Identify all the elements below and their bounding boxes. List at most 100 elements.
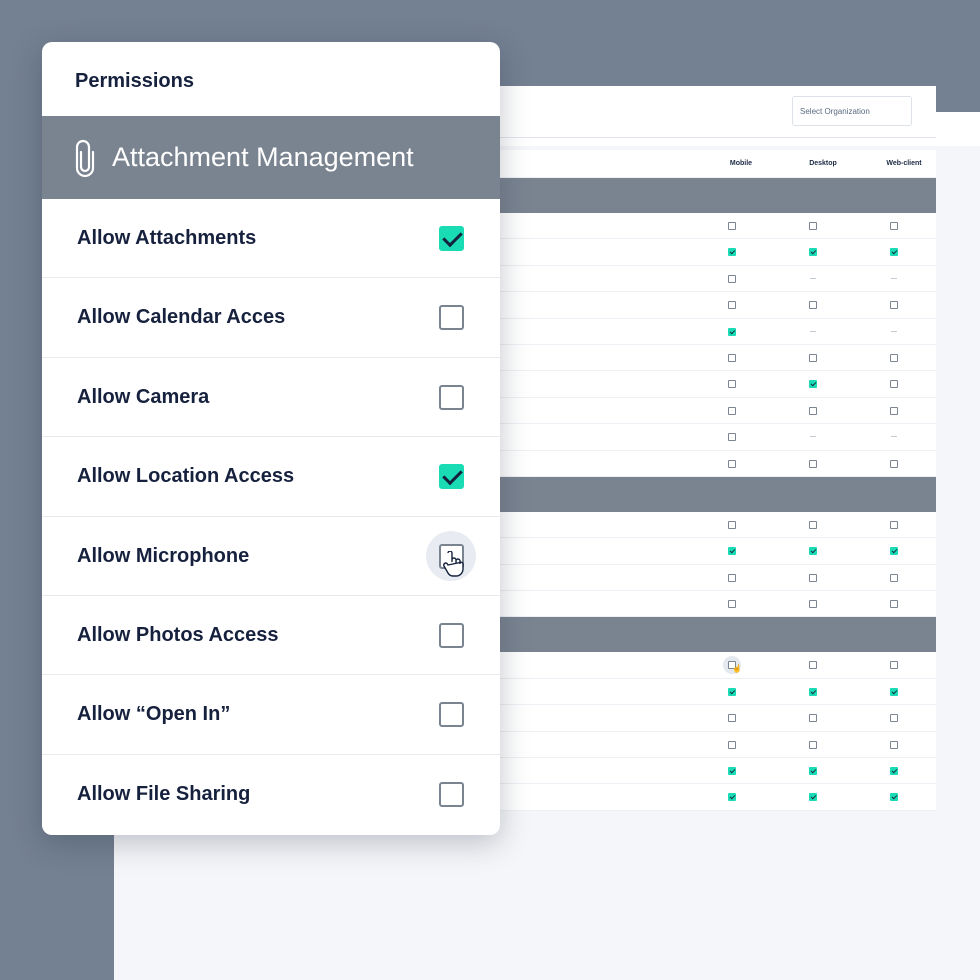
table-cell (803, 213, 823, 239)
table-checkbox[interactable] (890, 380, 898, 389)
table-checkbox[interactable] (890, 740, 898, 749)
table-checkbox[interactable] (728, 687, 736, 696)
table-checkbox[interactable] (890, 600, 898, 609)
table-cell (884, 512, 904, 538)
permission-label: Allow “Open In” (77, 703, 231, 726)
table-checkbox[interactable] (809, 248, 817, 257)
permission-checkbox[interactable] (439, 305, 464, 331)
table-checkbox[interactable] (809, 380, 817, 389)
permission-row[interactable]: Allow Microphone (42, 517, 500, 596)
table-checkbox[interactable] (728, 520, 736, 529)
permission-label: Allow Microphone (77, 544, 250, 567)
table-cell (884, 292, 904, 318)
permission-label: Allow Location Access (77, 465, 295, 488)
hand-pointer-icon: ☝ (732, 664, 742, 674)
table-checkbox[interactable] (809, 793, 817, 802)
table-cell (722, 319, 742, 345)
table-checkbox[interactable] (728, 353, 736, 362)
table-checkbox[interactable] (728, 301, 736, 310)
table-checkbox[interactable] (890, 353, 898, 362)
table-checkbox[interactable] (890, 520, 898, 529)
table-cell (722, 292, 742, 318)
table-checkbox[interactable] (890, 767, 898, 776)
table-checkbox[interactable] (890, 547, 898, 556)
permission-row[interactable]: Allow File Sharing (42, 755, 500, 834)
table-cell (722, 213, 742, 239)
permission-label: Allow Photos Access (77, 623, 279, 646)
table-checkbox[interactable] (890, 459, 898, 468)
permission-row[interactable]: Allow “Open In” (42, 675, 500, 755)
table-checkbox[interactable] (809, 573, 817, 582)
table-checkbox[interactable] (890, 714, 898, 723)
table-cell (884, 424, 904, 450)
permission-checkbox[interactable] (439, 226, 464, 251)
table-checkbox[interactable] (728, 433, 736, 442)
permission-checkbox[interactable] (439, 781, 464, 807)
not-applicable-dash (891, 330, 897, 332)
table-checkbox[interactable] (728, 380, 736, 389)
table-checkbox[interactable] (728, 740, 736, 749)
table-checkbox[interactable] (890, 687, 898, 696)
permission-label: Allow Calendar Acces (77, 306, 286, 329)
table-checkbox[interactable] (809, 600, 817, 609)
table-checkbox[interactable] (728, 767, 736, 776)
table-cell (803, 679, 823, 705)
table-checkbox[interactable] (809, 353, 817, 362)
table-checkbox[interactable] (809, 714, 817, 723)
table-checkbox[interactable] (728, 547, 736, 556)
table-cell (803, 424, 823, 450)
permission-row[interactable]: Allow Camera (42, 358, 500, 438)
table-checkbox[interactable] (728, 793, 736, 802)
table-cell (803, 652, 823, 678)
permission-checkbox[interactable] (439, 622, 464, 648)
table-cell (884, 758, 904, 784)
table-checkbox[interactable] (728, 714, 736, 723)
table-checkbox[interactable] (809, 459, 817, 468)
permission-row[interactable]: Allow Calendar Acces (42, 278, 500, 358)
column-header-mobile: Mobile (729, 160, 753, 167)
table-checkbox[interactable] (728, 406, 736, 415)
table-cell (803, 266, 823, 292)
table-cell (722, 398, 742, 424)
permission-row[interactable]: Allow Attachments (42, 199, 500, 279)
table-checkbox[interactable] (890, 793, 898, 802)
table-cell (803, 591, 823, 617)
organization-select[interactable]: Select Organization (792, 96, 912, 126)
table-checkbox[interactable] (728, 248, 736, 257)
table-checkbox[interactable] (728, 459, 736, 468)
table-checkbox[interactable] (890, 573, 898, 582)
table-checkbox[interactable] (809, 740, 817, 749)
table-checkbox[interactable] (890, 222, 898, 230)
table-checkbox[interactable] (728, 222, 736, 230)
permission-row[interactable]: Allow Location Access (42, 437, 500, 517)
permission-checkbox[interactable] (439, 384, 464, 410)
table-cell (884, 679, 904, 705)
permission-row[interactable]: Allow Photos Access (42, 596, 500, 676)
table-checkbox[interactable] (728, 327, 736, 336)
table-cell (884, 319, 904, 345)
attachment-management-banner: Attachment Management (42, 116, 500, 199)
table-checkbox[interactable] (809, 520, 817, 529)
table-checkbox[interactable] (728, 600, 736, 609)
permission-checkbox[interactable] (439, 702, 464, 728)
permission-checkbox[interactable] (439, 464, 464, 490)
permission-label: Allow Attachments (77, 227, 257, 249)
table-checkbox[interactable] (809, 687, 817, 696)
table-checkbox[interactable] (890, 406, 898, 415)
table-checkbox[interactable] (809, 222, 817, 230)
table-cell (803, 705, 823, 731)
table-cell (884, 784, 904, 810)
table-cell (884, 652, 904, 678)
table-checkbox[interactable] (890, 301, 898, 310)
table-checkbox[interactable] (809, 547, 817, 556)
table-checkbox[interactable] (890, 661, 898, 670)
table-checkbox[interactable] (809, 406, 817, 415)
table-checkbox[interactable] (890, 248, 898, 257)
table-checkbox[interactable] (809, 661, 817, 670)
table-cell (722, 512, 742, 538)
table-checkbox[interactable] (728, 274, 736, 283)
table-checkbox[interactable] (728, 573, 736, 582)
table-cell (803, 345, 823, 371)
table-checkbox[interactable] (809, 767, 817, 776)
table-checkbox[interactable] (809, 301, 817, 310)
